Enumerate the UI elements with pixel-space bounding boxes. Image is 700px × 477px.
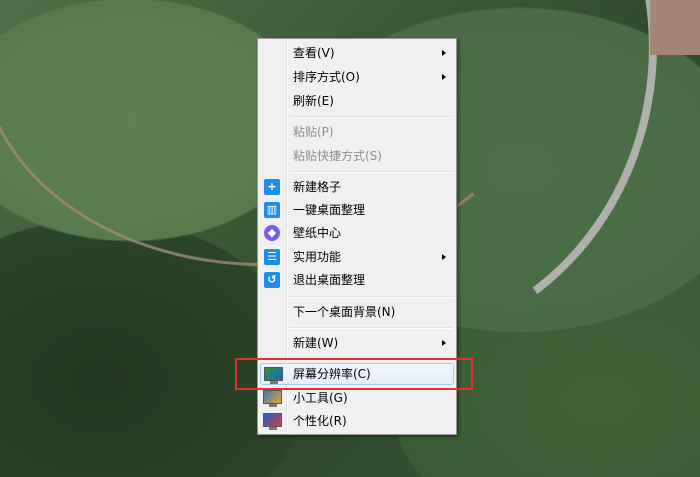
- menu-item-new-grid[interactable]: + 新建格子: [260, 176, 454, 198]
- menu-item-new[interactable]: 新建(W): [260, 332, 454, 354]
- label: 刷新(E): [293, 94, 334, 108]
- menu-item-view[interactable]: 查看(V): [260, 42, 454, 64]
- label: 下一个桌面背景(N): [293, 305, 396, 319]
- separator: [290, 171, 453, 173]
- layout-icon: ▥: [264, 202, 280, 218]
- menu-item-refresh[interactable]: 刷新(E): [260, 90, 454, 112]
- list-icon: ☰: [264, 249, 280, 265]
- separator: [290, 327, 453, 329]
- menu-item-personalize[interactable]: 个性化(R): [260, 410, 454, 432]
- label: 新建格子: [293, 180, 342, 194]
- wallpaper-roof: [650, 0, 700, 55]
- label: 排序方式(O): [293, 70, 360, 84]
- label: 实用功能: [293, 250, 342, 264]
- menu-item-gadgets[interactable]: 小工具(G): [260, 387, 454, 409]
- personalize-icon: [263, 413, 282, 430]
- plus-icon: +: [264, 179, 280, 195]
- menu-item-sort[interactable]: 排序方式(O): [260, 66, 454, 88]
- label: 粘贴快捷方式(S): [293, 149, 382, 163]
- label: 一键桌面整理: [293, 203, 366, 217]
- menu-item-next-background[interactable]: 下一个桌面背景(N): [260, 301, 454, 323]
- label: 小工具(G): [293, 391, 348, 405]
- label: 个性化(R): [293, 414, 347, 428]
- label: 壁纸中心: [293, 226, 342, 240]
- gadgets-icon: [263, 390, 282, 407]
- label: 查看(V): [293, 46, 335, 60]
- menu-item-paste: 粘贴(P): [260, 121, 454, 143]
- menu-item-wallpaper-center[interactable]: ◆ 壁纸中心: [260, 222, 454, 244]
- menu-item-paste-shortcut: 粘贴快捷方式(S): [260, 145, 454, 167]
- submenu-arrow-icon: [442, 74, 446, 80]
- label: 新建(W): [293, 336, 339, 350]
- label: 退出桌面整理: [293, 273, 366, 287]
- cube-icon: ◆: [264, 225, 280, 241]
- submenu-arrow-icon: [442, 254, 446, 260]
- separator: [290, 116, 453, 118]
- highlight-annotation-box: [235, 358, 473, 390]
- label: 粘贴(P): [293, 125, 334, 139]
- submenu-arrow-icon: [442, 50, 446, 56]
- undo-icon: ↺: [264, 272, 280, 288]
- separator: [290, 296, 453, 298]
- menu-item-exit-organize[interactable]: ↺ 退出桌面整理: [260, 269, 454, 291]
- menu-item-one-key-organize[interactable]: ▥ 一键桌面整理: [260, 199, 454, 221]
- menu-item-tools[interactable]: ☰ 实用功能: [260, 246, 454, 268]
- submenu-arrow-icon: [442, 340, 446, 346]
